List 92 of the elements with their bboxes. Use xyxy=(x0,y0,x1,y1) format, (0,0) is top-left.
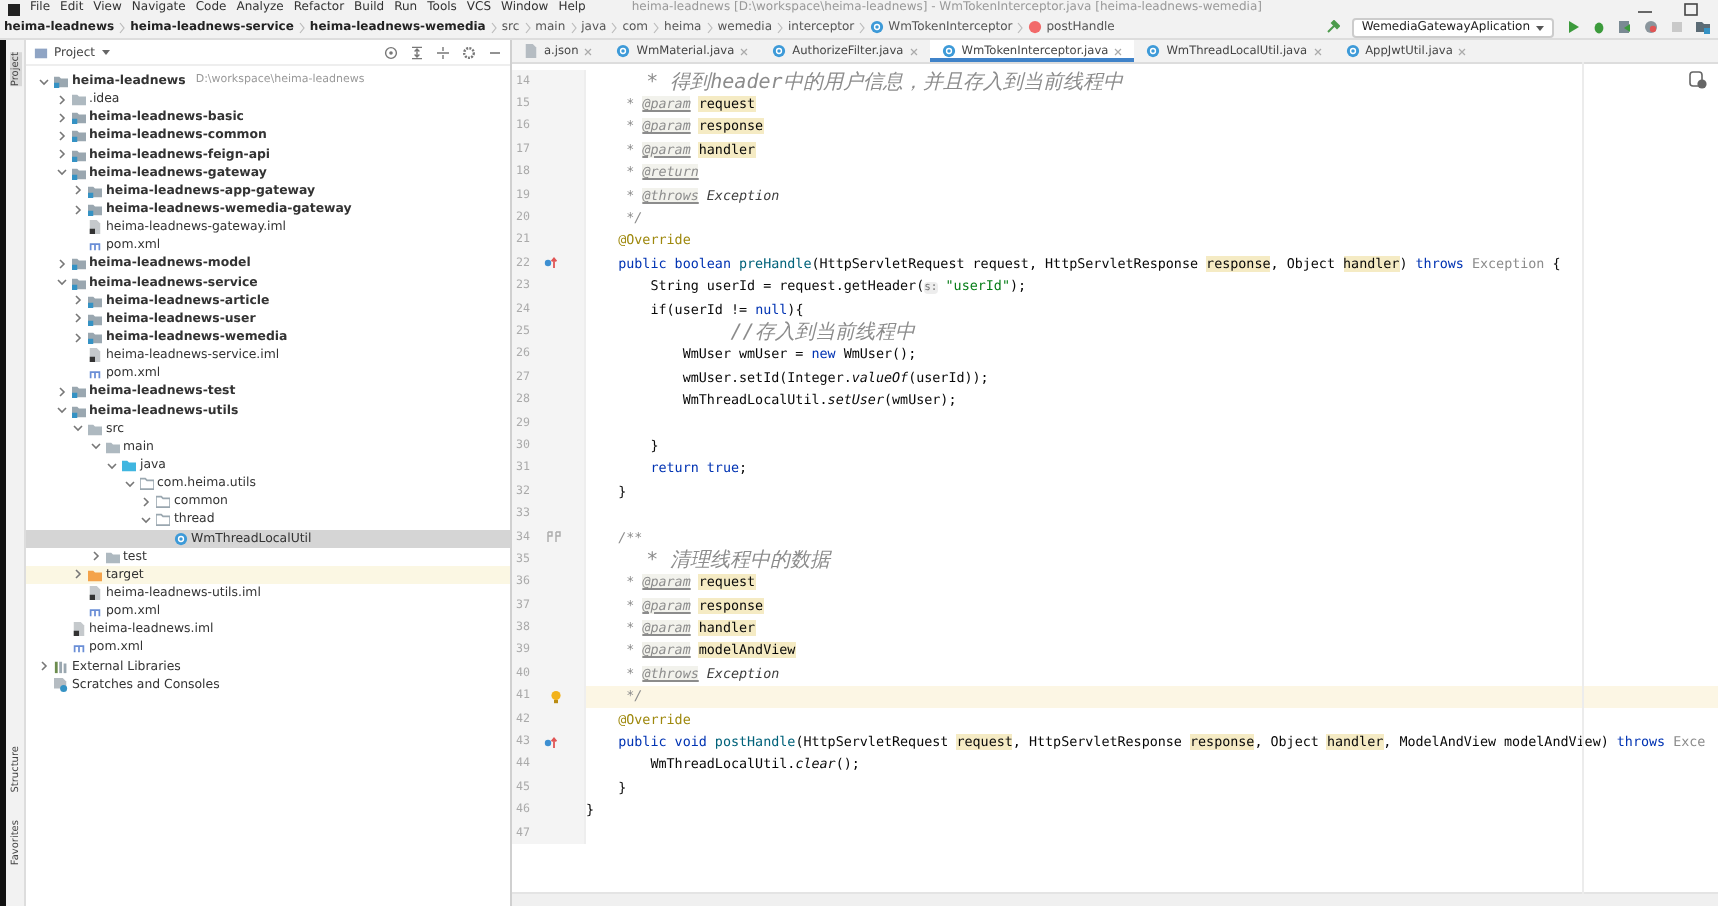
file-icon xyxy=(88,348,102,363)
module-folder-icon xyxy=(71,128,85,143)
collapse-all-icon[interactable] xyxy=(410,45,424,59)
coverage-icon[interactable] xyxy=(1618,20,1632,34)
code-line: //存入到当前线程中 xyxy=(728,319,915,346)
target-icon[interactable] xyxy=(384,45,398,59)
module-folder-icon xyxy=(88,330,102,345)
chevron-down-icon[interactable] xyxy=(106,459,118,472)
module-folder-icon xyxy=(71,403,85,418)
maximize-icon[interactable] xyxy=(1684,2,1698,16)
chevron-right-icon[interactable] xyxy=(55,385,67,398)
maven-file-icon xyxy=(71,640,85,655)
method-icon xyxy=(1028,20,1043,34)
module-folder-icon xyxy=(88,311,102,326)
profiler-icon[interactable] xyxy=(1644,20,1658,34)
chevron-down-icon[interactable] xyxy=(55,276,67,289)
chevron-right-icon[interactable] xyxy=(140,495,152,508)
class-icon xyxy=(616,44,631,58)
override-marker-icon[interactable] xyxy=(544,735,562,750)
module-folder-icon xyxy=(88,293,102,308)
class-icon xyxy=(870,20,885,34)
chevron-right-icon xyxy=(569,21,578,33)
maven-file-icon xyxy=(88,604,102,619)
module-folder-icon xyxy=(71,147,85,162)
module-folder-icon xyxy=(71,110,85,125)
chevron-right-icon[interactable] xyxy=(55,129,67,142)
scratch-file-icon xyxy=(54,677,68,692)
class-icon xyxy=(173,531,187,546)
chevron-down-icon[interactable] xyxy=(72,422,84,435)
class-icon xyxy=(941,44,956,58)
dropdown-icon xyxy=(1536,23,1544,31)
app-icon xyxy=(8,4,20,16)
chevron-down-icon[interactable] xyxy=(55,166,67,179)
chevron-right-icon[interactable] xyxy=(72,568,84,581)
settings-icon[interactable] xyxy=(462,45,476,59)
module-folder-icon xyxy=(71,384,85,399)
class-icon xyxy=(1345,44,1360,58)
class-icon xyxy=(772,44,787,58)
horizontal-scrollbar[interactable] xyxy=(512,892,1718,906)
chevron-right-icon[interactable] xyxy=(72,203,84,216)
chevron-right-icon xyxy=(1016,21,1025,33)
close-icon[interactable] xyxy=(1114,47,1123,55)
chevron-right-icon xyxy=(489,21,498,33)
file-icon xyxy=(524,44,538,58)
chevron-down-icon[interactable] xyxy=(38,75,50,88)
module-folder-icon xyxy=(71,275,85,290)
chevron-right-icon xyxy=(610,21,619,33)
chevron-right-icon xyxy=(776,21,785,33)
chevron-right-icon[interactable] xyxy=(89,550,101,563)
module-folder-icon xyxy=(71,165,85,180)
chevron-right-icon[interactable] xyxy=(55,111,67,124)
chevron-right-icon xyxy=(652,21,661,33)
chevron-right-icon xyxy=(858,21,867,33)
libraries-icon xyxy=(54,659,68,674)
maven-file-icon xyxy=(88,366,102,381)
chevron-right-icon[interactable] xyxy=(72,331,84,344)
chevron-down-icon[interactable] xyxy=(140,513,152,526)
file-icon xyxy=(88,220,102,235)
chevron-right-icon xyxy=(118,21,127,33)
expand-all-icon[interactable] xyxy=(436,45,450,59)
chevron-down-icon[interactable] xyxy=(123,477,135,490)
chevron-right-icon xyxy=(297,21,306,33)
chevron-right-icon[interactable] xyxy=(72,184,84,197)
module-folder-icon xyxy=(71,256,85,271)
chevron-right-icon xyxy=(523,21,532,33)
chevron-right-icon xyxy=(705,21,714,33)
file-icon xyxy=(71,622,85,637)
chevron-right-icon[interactable] xyxy=(72,294,84,307)
chevron-right-icon[interactable] xyxy=(55,148,67,161)
chevron-right-icon[interactable] xyxy=(55,257,67,270)
chevron-right-icon[interactable] xyxy=(38,660,50,673)
override-marker-icon[interactable] xyxy=(544,256,562,271)
code-line: * 得到header中的用户信息，并且存入到当前线程中 xyxy=(644,69,1123,96)
chevron-right-icon[interactable] xyxy=(72,312,84,325)
class-icon xyxy=(1146,44,1161,58)
code-line: * 清理线程中的数据 xyxy=(644,547,831,574)
module-folder-icon xyxy=(54,74,68,89)
chevron-down-icon[interactable] xyxy=(55,404,67,417)
module-folder-icon xyxy=(88,202,102,217)
dropdown-icon[interactable] xyxy=(101,48,110,56)
chevron-right-icon[interactable] xyxy=(55,93,67,106)
chevron-down-icon[interactable] xyxy=(89,440,101,453)
maven-file-icon xyxy=(88,238,102,253)
project-structure-icon[interactable] xyxy=(1696,20,1710,34)
bug-icon[interactable] xyxy=(1592,20,1606,34)
module-folder-icon xyxy=(88,183,102,198)
folder-icon xyxy=(34,45,48,59)
file-icon xyxy=(88,586,102,600)
folder-icon xyxy=(71,92,85,107)
implementation-marker-icon[interactable] xyxy=(544,530,562,544)
run-icon[interactable] xyxy=(1566,20,1580,34)
hammer-icon[interactable] xyxy=(1325,20,1340,34)
